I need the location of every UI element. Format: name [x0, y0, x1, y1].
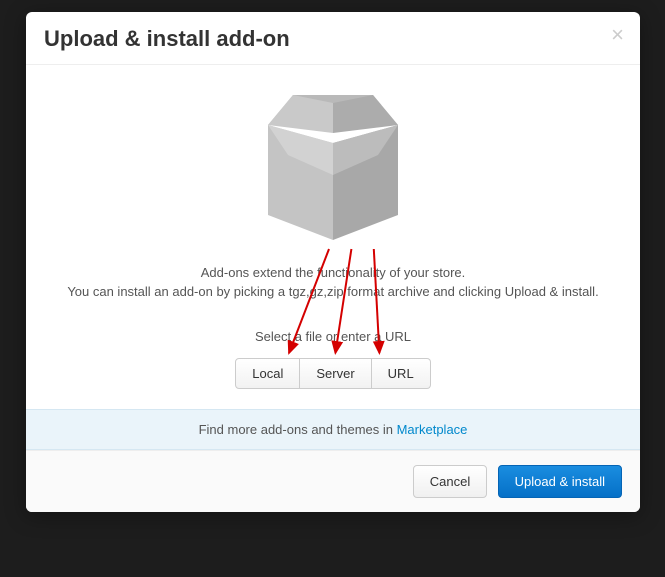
cancel-button[interactable]: Cancel	[413, 465, 487, 498]
server-button[interactable]: Server	[300, 358, 371, 389]
modal-title: Upload & install add-on	[44, 26, 622, 52]
modal-header: Upload & install add-on ×	[26, 12, 640, 65]
description-line-2: You can install an add-on by picking a t…	[46, 284, 620, 299]
modal-body: Add-ons extend the functionality of your…	[26, 65, 640, 409]
marketplace-bar: Find more add-ons and themes in Marketpl…	[26, 409, 640, 450]
modal-footer: Cancel Upload & install	[26, 450, 640, 512]
package-box-icon	[243, 95, 423, 245]
marketplace-link[interactable]: Marketplace	[397, 422, 468, 437]
local-button[interactable]: Local	[235, 358, 300, 389]
close-icon[interactable]: ×	[611, 24, 624, 46]
select-file-label: Select a file or enter a URL	[46, 329, 620, 344]
url-button[interactable]: URL	[372, 358, 431, 389]
description-line-1: Add-ons extend the functionality of your…	[46, 265, 620, 280]
marketplace-text: Find more add-ons and themes in	[199, 422, 397, 437]
upload-install-modal: Upload & install add-on × Add-ons extend…	[26, 12, 640, 512]
source-button-group: Local Server URL	[235, 358, 430, 389]
upload-install-button[interactable]: Upload & install	[498, 465, 622, 498]
